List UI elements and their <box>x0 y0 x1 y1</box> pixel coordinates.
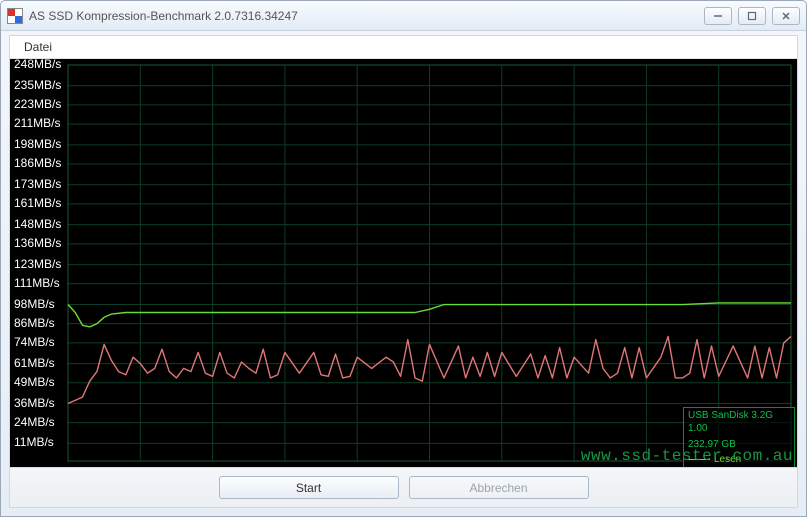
y-tick-label: 74MB/s <box>14 335 64 349</box>
y-tick-label: 36MB/s <box>14 396 64 410</box>
legend-firmware: 1.00 <box>688 423 790 436</box>
cancel-button: Abbrechen <box>409 476 589 499</box>
menu-file[interactable]: Datei <box>20 38 56 56</box>
titlebar: AS SSD Kompression-Benchmark 2.0.7316.34… <box>1 1 806 31</box>
y-tick-label: 61MB/s <box>14 356 64 370</box>
start-button[interactable]: Start <box>219 476 399 499</box>
content-panel: Datei USB SanDisk 3.2G 1.00 232,97 GB Le… <box>9 35 798 508</box>
chart-area: USB SanDisk 3.2G 1.00 232,97 GB Lesen Sc… <box>10 59 797 467</box>
y-tick-label: 98MB/s <box>14 297 64 311</box>
x-tick-label: 30% <box>273 465 297 467</box>
y-tick-label: 123MB/s <box>14 257 64 271</box>
y-tick-label: 24MB/s <box>14 415 64 429</box>
x-tick-label: 70% <box>562 465 586 467</box>
y-tick-label: 248MB/s <box>14 59 64 71</box>
y-tick-label: 211MB/s <box>14 116 64 130</box>
y-tick-label: 161MB/s <box>14 196 64 210</box>
y-tick-label: 136MB/s <box>14 236 64 250</box>
app-icon <box>7 8 23 24</box>
y-tick-label: 223MB/s <box>14 97 64 111</box>
chart-svg <box>10 59 797 467</box>
y-tick-label: 148MB/s <box>14 217 64 231</box>
x-tick-label: 10% <box>128 465 152 467</box>
y-tick-label: 11MB/s <box>14 435 64 449</box>
y-tick-label: 111MB/s <box>14 276 64 290</box>
x-tick-label: 90% <box>707 465 731 467</box>
menubar: Datei <box>10 36 797 59</box>
app-window: AS SSD Kompression-Benchmark 2.0.7316.34… <box>0 0 807 517</box>
y-tick-label: 186MB/s <box>14 156 64 170</box>
x-tick-label: 100% <box>779 465 797 467</box>
y-tick-label: 198MB/s <box>14 137 64 151</box>
y-tick-label: 86MB/s <box>14 316 64 330</box>
y-tick-label: 235MB/s <box>14 78 64 92</box>
maximize-button[interactable] <box>738 7 766 25</box>
window-title: AS SSD Kompression-Benchmark 2.0.7316.34… <box>29 9 298 23</box>
x-tick-label: 0% <box>56 465 73 467</box>
button-bar: Start Abbrechen <box>10 467 797 507</box>
close-button[interactable] <box>772 7 800 25</box>
watermark: www.ssd-tester.com.au <box>581 447 793 465</box>
legend-device: USB SanDisk 3.2G <box>688 410 790 423</box>
x-tick-label: 50% <box>418 465 442 467</box>
x-tick-label: 20% <box>201 465 225 467</box>
minimize-button[interactable] <box>704 7 732 25</box>
window-controls <box>704 7 800 25</box>
y-tick-label: 49MB/s <box>14 375 64 389</box>
x-tick-label: 60% <box>490 465 514 467</box>
y-tick-label: 173MB/s <box>14 177 64 191</box>
x-tick-label: 80% <box>634 465 658 467</box>
x-tick-label: 40% <box>345 465 369 467</box>
